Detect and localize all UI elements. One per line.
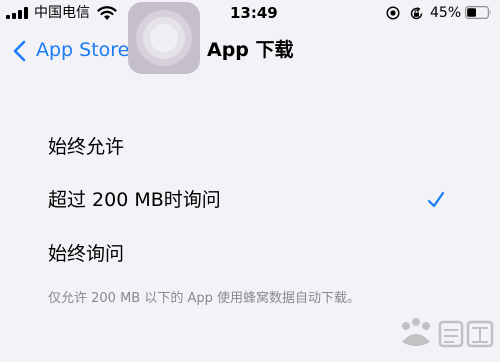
checkmark-icon: [427, 191, 445, 208]
status-time: 13:49: [230, 4, 278, 22]
option-label: 超过 200 MB时询问: [48, 189, 221, 211]
battery-percentage: 45%: [430, 5, 462, 21]
chevron-left-icon[interactable]: [12, 40, 26, 62]
footer-note: 仅允许 200 MB 以下的 App 使用蜂窝数据自动下载。: [48, 291, 361, 306]
option-label: 始终询问: [48, 243, 125, 265]
wifi-icon: [97, 6, 117, 20]
app-store-icon: [128, 2, 200, 74]
battery-icon: [465, 6, 491, 19]
orientation-lock-icon: [410, 7, 423, 20]
back-button[interactable]: App Store: [36, 38, 129, 62]
carrier-name: 中国电信: [34, 5, 90, 21]
navigation-bar: App Store App 下载: [0, 2, 500, 76]
baidu-jingyan-logo: [402, 318, 494, 348]
option-label: 始终允许: [48, 136, 125, 158]
option-always-ask[interactable]: 始终询问: [0, 229, 500, 281]
status-bar: 中国电信 13:49 45%: [0, 0, 500, 26]
screen-record-icon: [386, 6, 400, 20]
option-ask-over-200mb[interactable]: 超过 200 MB时询问: [0, 175, 500, 227]
page-title: App 下载: [207, 39, 294, 61]
option-always-allow[interactable]: 始终允许: [0, 122, 500, 174]
signal-icon: [6, 7, 30, 19]
